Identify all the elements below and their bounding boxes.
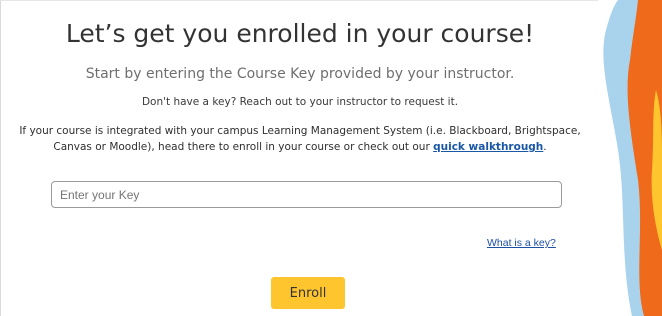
course-key-input[interactable] <box>52 182 561 207</box>
quick-walkthrough-link[interactable]: quick walkthrough <box>433 141 543 153</box>
no-key-hint: Don't have a key? Reach out to your inst… <box>141 96 459 108</box>
what-is-a-key-link[interactable]: What is a key? <box>487 237 556 249</box>
page-subtitle: Start by entering the Course Key provide… <box>85 66 515 82</box>
decorative-ribbon-graphic <box>603 0 662 316</box>
course-key-field[interactable] <box>51 181 562 208</box>
enroll-button[interactable]: Enroll <box>271 277 345 309</box>
lms-info-text: If your course is integrated with your c… <box>19 123 581 155</box>
page-title: Let’s get you enrolled in your course! <box>65 19 535 48</box>
enrollment-card: Let’s get you enrolled in your course! S… <box>0 0 598 316</box>
lms-info-text-end: . <box>543 141 547 153</box>
